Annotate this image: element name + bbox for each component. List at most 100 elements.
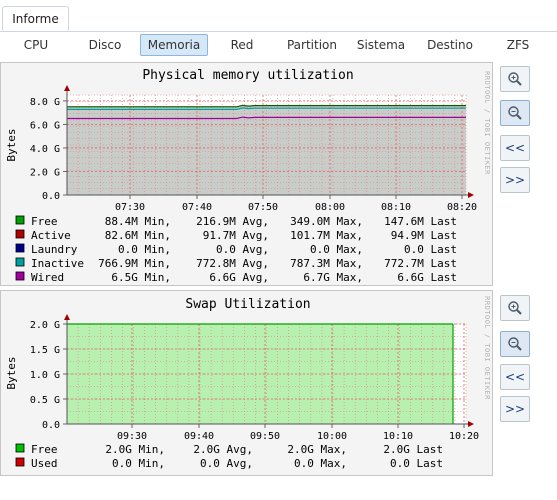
memory-chart: Physical memory utilization 07:30 07:40 07:… [5, 68, 491, 284]
subtab-memoria[interactable]: Memoria [140, 34, 208, 56]
swap-pan-back-button[interactable]: << [500, 364, 530, 390]
y-tick-label: 1.5 G [30, 345, 60, 356]
legend-name: Laundry [31, 243, 78, 256]
y-tick-label: 6.0 G [30, 120, 60, 131]
y-tick-label: 0.5 G [30, 395, 60, 406]
y-axis-label: Bytes [5, 128, 18, 161]
subtab-partition[interactable]: Partition [281, 34, 343, 56]
legend-last: 2.0G Last [383, 443, 443, 456]
x-tick-label: 08:00 [315, 202, 345, 213]
legend-last: 94.9M Last [391, 229, 457, 242]
subtab-disco[interactable]: Disco [80, 34, 130, 56]
legend-avg: 6.6G Avg, [209, 271, 269, 284]
swap-pan-forward-button[interactable]: >> [500, 396, 530, 422]
legend-max: 787.3M Max, [290, 257, 363, 270]
legend-max: 2.0G Max, [287, 443, 347, 456]
zoom-out-button[interactable] [500, 100, 530, 126]
subtab-cpu[interactable]: CPU [14, 34, 58, 56]
x-tick-label: 09:40 [184, 431, 214, 442]
y-axis-arrow [64, 314, 70, 320]
legend-swatch [15, 215, 25, 225]
legend-name: Active [31, 229, 71, 242]
zoom-out-icon [508, 337, 522, 351]
zoom-in-button[interactable] [500, 66, 530, 92]
zoom-out-icon [508, 106, 522, 120]
legend-avg: 216.9M Avg, [196, 215, 269, 228]
legend-avg: 0.0 Avg, [200, 457, 253, 470]
legend-max: 0.0 Max, [310, 243, 363, 256]
legend-last: 0.0 Last [390, 457, 443, 470]
legend-last: 147.6M Last [384, 215, 457, 228]
x-tick-label: 09:50 [250, 431, 280, 442]
legend-avg: 2.0G Avg, [193, 443, 253, 456]
legend-avg: 772.8M Avg, [196, 257, 269, 270]
subtab-zfs[interactable]: ZFS [500, 34, 536, 56]
legend-avg: 91.7M Avg, [203, 229, 269, 242]
y-tick-label: 2.0 G [30, 320, 60, 331]
legend-min: 6.5G Min, [111, 271, 171, 284]
pan-forward-button[interactable]: >> [500, 167, 530, 193]
subtab-bar: CPU Disco Memoria Red Partition Sistema … [0, 32, 557, 58]
legend-min: 0.0 Min, [118, 243, 171, 256]
x-tick-label: 07:30 [115, 202, 145, 213]
y-tick-label: 0.0 [42, 191, 60, 202]
legend-swatch [15, 443, 25, 453]
zoom-in-icon [508, 301, 522, 315]
legend-min: 88.4M Min, [105, 215, 171, 228]
y-tick-label: 1.0 G [30, 370, 60, 381]
x-tick-label: 10:10 [383, 431, 413, 442]
y-tick-label: 2.0 G [30, 167, 60, 178]
legend-swatch [15, 243, 25, 253]
legend-swatch [15, 457, 25, 467]
legend-name: Inactive [31, 257, 84, 270]
pan-back-button[interactable]: << [500, 135, 530, 161]
legend-swatch [15, 257, 25, 267]
legend-max: 0.0 Max, [294, 457, 347, 470]
legend-min: 766.9M Min, [98, 257, 171, 270]
swap-graph-panel: Swap Utilization 09:30 09:40 09:50 10:00 10:1… [0, 290, 493, 476]
main-tabbar: Informe [0, 0, 557, 32]
x-tick-label: 08:10 [381, 202, 411, 213]
legend-name: Free [31, 443, 58, 456]
y-axis-label: Bytes [5, 356, 18, 389]
subtab-red[interactable]: Red [222, 34, 262, 56]
legend-last: 772.7M Last [384, 257, 457, 270]
swap-zoom-in-button[interactable] [500, 295, 530, 321]
legend-avg: 0.0 Avg, [216, 243, 269, 256]
legend-swatch [15, 271, 25, 281]
legend-swatch [15, 229, 25, 239]
y-tick-label: 0.0 [42, 420, 60, 431]
legend-min: 0.0 Min, [112, 457, 165, 470]
legend-max: 101.7M Max, [290, 229, 363, 242]
zoom-in-icon [508, 72, 522, 86]
tab-informe[interactable]: Informe [2, 6, 69, 31]
legend-name: Free [31, 215, 58, 228]
chart-title: Swap Utilization [185, 297, 310, 312]
legend-last: 0.0 Last [404, 243, 457, 256]
x-tick-label: 10:20 [449, 431, 479, 442]
legend-min: 2.0G Min, [105, 443, 165, 456]
watermark-text: RRDTOOL / TOBI OETIKER [483, 71, 491, 175]
swap-zoom-out-button[interactable] [500, 331, 530, 357]
subtab-sistema[interactable]: Sistema [352, 34, 410, 56]
subtab-destino[interactable]: Destino [422, 34, 478, 56]
legend-max: 349.0M Max, [290, 215, 363, 228]
legend-min: 82.6M Min, [105, 229, 171, 242]
legend-name: Used [31, 457, 58, 470]
legend-last: 6.6G Last [397, 271, 457, 284]
chart-title: Physical memory utilization [142, 68, 353, 83]
y-axis-arrow [64, 85, 70, 91]
x-axis-arrow [468, 192, 474, 198]
x-tick-label: 07:40 [182, 202, 212, 213]
y-tick-label: 4.0 G [30, 144, 60, 155]
legend-max: 6.7G Max, [303, 271, 363, 284]
memory-graph-panel: Physical memory utilization 07:30 07:40 07:… [0, 62, 493, 286]
x-tick-label: 08:20 [447, 202, 477, 213]
x-tick-label: 09:30 [117, 431, 147, 442]
x-tick-label: 10:00 [317, 431, 347, 442]
y-tick-label: 8.0 G [30, 97, 60, 108]
legend-name: Wired [31, 271, 64, 284]
x-tick-label: 07:50 [248, 202, 278, 213]
x-axis-arrow [468, 421, 474, 427]
swap-chart: Swap Utilization 09:30 09:40 09:50 10:00 10:1… [5, 296, 491, 470]
